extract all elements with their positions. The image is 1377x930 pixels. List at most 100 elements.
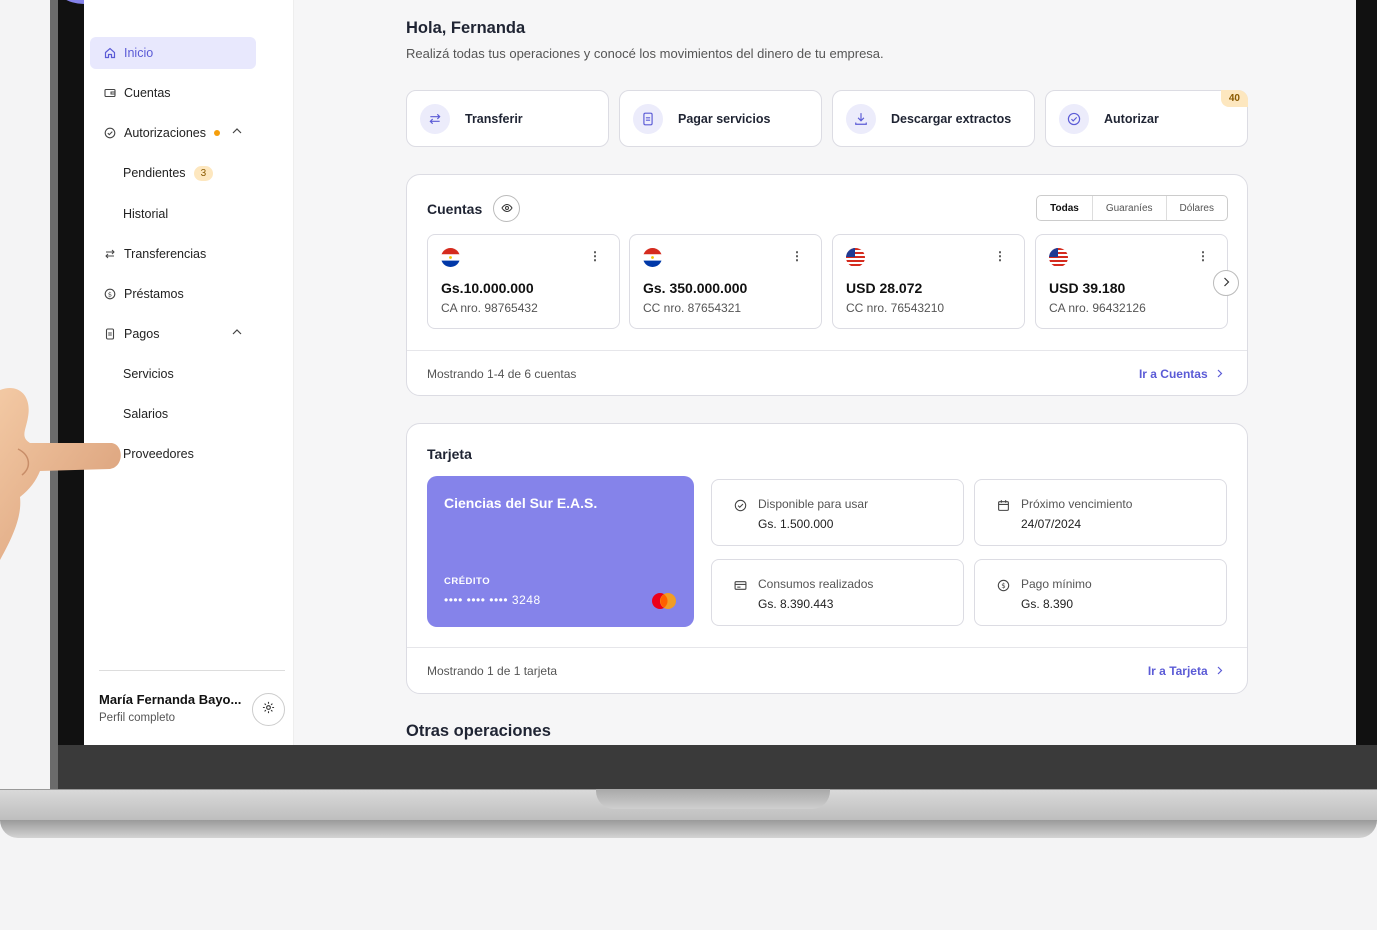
info-value: Gs. 1.500.000: [758, 517, 834, 531]
wallet-icon: [103, 86, 117, 100]
sidebar-item-cuentas[interactable]: Cuentas: [90, 77, 256, 109]
sidebar-item-label: Transferencias: [124, 247, 207, 261]
info-available: Disponible para usar Gs. 1.500.000: [711, 479, 964, 546]
sidebar-item-inicio[interactable]: Inicio: [90, 37, 256, 69]
svg-text:$: $: [1001, 580, 1005, 589]
document-icon: [103, 327, 117, 341]
transfer-icon: [103, 247, 117, 261]
sidebar-item-servicios[interactable]: Servicios: [123, 364, 174, 384]
page-subtitle: Realizá todas tus operaciones y conocé l…: [406, 46, 884, 61]
chevron-right-icon: [1223, 276, 1230, 290]
check-circle-icon: [733, 498, 747, 512]
quick-action-label: Pagar servicios: [678, 111, 771, 126]
sidebar-item-transferencias[interactable]: Transferencias: [90, 238, 256, 270]
settings-button[interactable]: [252, 693, 285, 726]
sidebar-item-proveedores[interactable]: Proveedores: [123, 444, 194, 464]
dollar-circle-icon: $: [996, 578, 1010, 592]
more-options-icon[interactable]: ⋮: [791, 249, 803, 263]
accounts-panel: Cuentas Todas Guaraníes Dólares ⋮ Gs.10.…: [406, 174, 1248, 396]
sidebar: Inicio Cuentas Autorizaciones Pendientes…: [84, 0, 294, 745]
sidebar-item-label: Pagos: [124, 327, 160, 341]
panel-divider: [407, 350, 1247, 351]
check-circle-icon: [103, 126, 117, 140]
info-value: Gs. 8.390: [1021, 597, 1074, 611]
info-label: Disponible para usar: [758, 497, 869, 511]
account-number: CA nro. 96432126: [1049, 301, 1146, 315]
sidebar-item-prestamos[interactable]: $ Préstamos: [90, 278, 256, 310]
paraguay-flag-icon: [643, 248, 662, 267]
account-balance: Gs. 350.000.000: [643, 280, 748, 296]
svg-text:$: $: [108, 290, 112, 298]
go-to-card-link[interactable]: Ir a Tarjeta: [1148, 664, 1223, 678]
check-circle-icon: [1059, 103, 1089, 134]
chevron-up-icon[interactable]: [232, 127, 242, 138]
sidebar-item-label: Cuentas: [124, 86, 171, 100]
autorizar-button[interactable]: Autorizar 40: [1045, 90, 1248, 147]
filter-guaranies[interactable]: Guaraníes: [1091, 196, 1166, 220]
sidebar-divider: [99, 670, 285, 671]
chevron-up-icon[interactable]: [232, 328, 242, 339]
info-value: Gs. 8.390.443: [758, 597, 834, 611]
laptop-base-bottom: [0, 820, 1377, 838]
more-options-icon[interactable]: ⋮: [1197, 249, 1209, 263]
mastercard-logo-icon: [650, 592, 678, 610]
sidebar-item-historial[interactable]: Historial: [123, 204, 168, 224]
toggle-visibility-button[interactable]: [493, 195, 520, 222]
account-card[interactable]: ⋮ USD 39.180 CA nro. 96432126: [1035, 234, 1228, 329]
account-balance: USD 39.180: [1049, 280, 1126, 296]
account-number: CA nro. 98765432: [441, 301, 538, 315]
sidebar-item-pendientes[interactable]: Pendientes 3: [123, 163, 214, 183]
page-title: Hola, Fernanda: [406, 19, 526, 37]
accounts-title: Cuentas: [427, 201, 483, 217]
account-number: CC nro. 87654321: [643, 301, 742, 315]
info-consumption: Consumos realizados Gs. 8.390.443: [711, 559, 964, 626]
laptop-notch: [596, 789, 830, 809]
chevron-right-icon: [1217, 367, 1223, 381]
app-screen: Inicio Cuentas Autorizaciones Pendientes…: [84, 0, 1356, 745]
account-balance: USD 28.072: [846, 280, 923, 296]
usa-flag-icon: [846, 248, 865, 267]
dollar-circle-icon: $: [103, 287, 117, 301]
account-card[interactable]: ⋮ Gs.10.000.000 CA nro. 98765432: [427, 234, 620, 329]
info-label: Pago mínimo: [1021, 577, 1092, 591]
filter-todas[interactable]: Todas: [1037, 196, 1092, 220]
sidebar-item-label: Préstamos: [124, 287, 184, 301]
next-accounts-button[interactable]: [1213, 270, 1239, 296]
descargar-extractos-button[interactable]: Descargar extractos: [832, 90, 1035, 147]
home-icon: [103, 46, 117, 60]
paraguay-flag-icon: [441, 248, 460, 267]
card-type: CRÉDITO: [444, 576, 491, 587]
credit-card[interactable]: Ciencias del Sur E.A.S. CRÉDITO •••• •••…: [427, 476, 694, 627]
pagar-servicios-button[interactable]: Pagar servicios: [619, 90, 822, 147]
account-card[interactable]: ⋮ USD 28.072 CC nro. 76543210: [832, 234, 1025, 329]
sidebar-item-label: Historial: [123, 207, 169, 221]
sidebar-item-salarios[interactable]: Salarios: [123, 404, 168, 424]
account-balance: Gs.10.000.000: [441, 280, 534, 296]
more-options-icon[interactable]: ⋮: [994, 249, 1006, 263]
notification-dot: [214, 130, 220, 136]
pending-count-badge: 3: [193, 165, 214, 181]
sidebar-item-label: Servicios: [123, 367, 174, 381]
account-card[interactable]: ⋮ Gs. 350.000.000 CC nro. 87654321: [629, 234, 822, 329]
more-options-icon[interactable]: ⋮: [589, 249, 601, 263]
sidebar-item-label: Pendientes: [123, 166, 186, 180]
currency-filter: Todas Guaraníes Dólares: [1036, 195, 1228, 221]
card-panel: Tarjeta Ciencias del Sur E.A.S. CRÉDITO …: [406, 423, 1248, 694]
calendar-icon: [996, 498, 1010, 512]
link-label: Ir a Tarjeta: [1147, 664, 1208, 678]
go-to-accounts-link[interactable]: Ir a Cuentas: [1139, 367, 1223, 381]
card-section-title: Tarjeta: [427, 446, 472, 462]
quick-action-label: Transferir: [465, 111, 523, 126]
transferir-button[interactable]: Transferir: [406, 90, 609, 147]
panel-divider: [407, 647, 1247, 648]
filter-dolares[interactable]: Dólares: [1165, 196, 1227, 220]
transfer-icon: [420, 103, 450, 134]
info-value: 24/07/2024: [1021, 517, 1082, 531]
download-icon: [846, 103, 876, 134]
accounts-count-text: Mostrando 1-4 de 6 cuentas: [427, 367, 577, 381]
link-label: Ir a Cuentas: [1138, 367, 1208, 381]
sidebar-item-label: Autorizaciones: [124, 126, 206, 140]
account-number: CC nro. 76543210: [846, 301, 945, 315]
document-icon: [633, 103, 663, 134]
chevron-right-icon: [1217, 664, 1223, 678]
